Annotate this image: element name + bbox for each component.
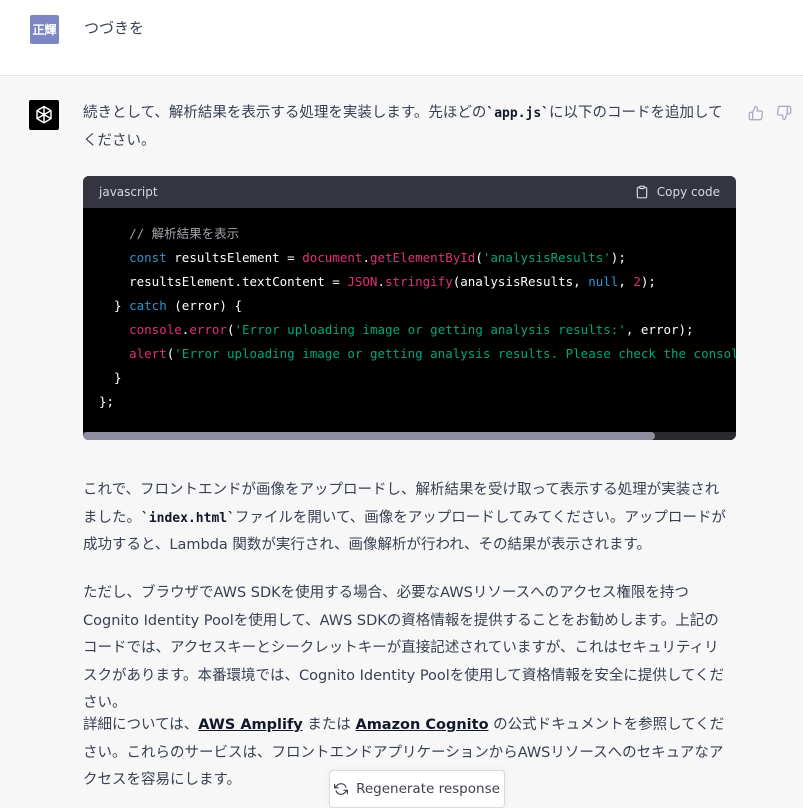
para4-before: 詳細については、	[83, 717, 199, 733]
refresh-icon	[334, 783, 349, 795]
user-avatar: 正輝	[30, 15, 59, 44]
para4-mid: または	[302, 717, 356, 733]
amazon-cognito-link[interactable]: Amazon Cognito	[355, 717, 488, 733]
thumbs-up-icon[interactable]	[746, 103, 766, 123]
code-horizontal-scrollbar[interactable]	[83, 432, 736, 440]
code-header: javascript Copy code	[83, 176, 736, 208]
copy-code-label: Copy code	[656, 185, 720, 199]
code-block: javascript Copy code // 解析結果を表示 const re…	[83, 176, 736, 440]
paragraph-result-summary: これで、フロントエンドが画像をアップロードし、解析結果を受け取って表示する処理が…	[83, 477, 728, 560]
code-content: // 解析結果を表示 const resultsElement = docume…	[99, 226, 736, 409]
clipboard-icon	[636, 185, 648, 199]
paragraph-security-note: ただし、ブラウザでAWS SDKを使用する場合、必要なAWSリソースへのアクセス…	[83, 585, 725, 711]
user-message-text: つづきを	[84, 19, 145, 37]
copy-code-button[interactable]: Copy code	[635, 185, 720, 199]
intro-text-before: 続きとして、解析結果を表示する処理を実装します。先ほどの	[83, 105, 487, 121]
thumbs-down-icon[interactable]	[774, 103, 794, 123]
user-message-row: 正輝 つづきを	[0, 0, 803, 76]
scrollbar-thumb[interactable]	[83, 432, 655, 440]
aws-amplify-link[interactable]: AWS Amplify	[198, 717, 302, 733]
intro-inline-code: `app.js`	[486, 106, 550, 121]
regenerate-label: Regenerate response	[356, 781, 500, 797]
openai-logo-icon	[29, 100, 59, 130]
assistant-intro-paragraph: 続きとして、解析結果を表示する処理を実装します。先ほどの`app.js`に以下の…	[83, 100, 728, 155]
code-language-label: javascript	[99, 185, 158, 199]
para2-inline-code: `index.html`	[141, 510, 235, 526]
assistant-message-row: 続きとして、解析結果を表示する処理を実装します。先ほどの`app.js`に以下の…	[0, 77, 803, 808]
regenerate-response-button[interactable]: Regenerate response	[329, 770, 505, 808]
